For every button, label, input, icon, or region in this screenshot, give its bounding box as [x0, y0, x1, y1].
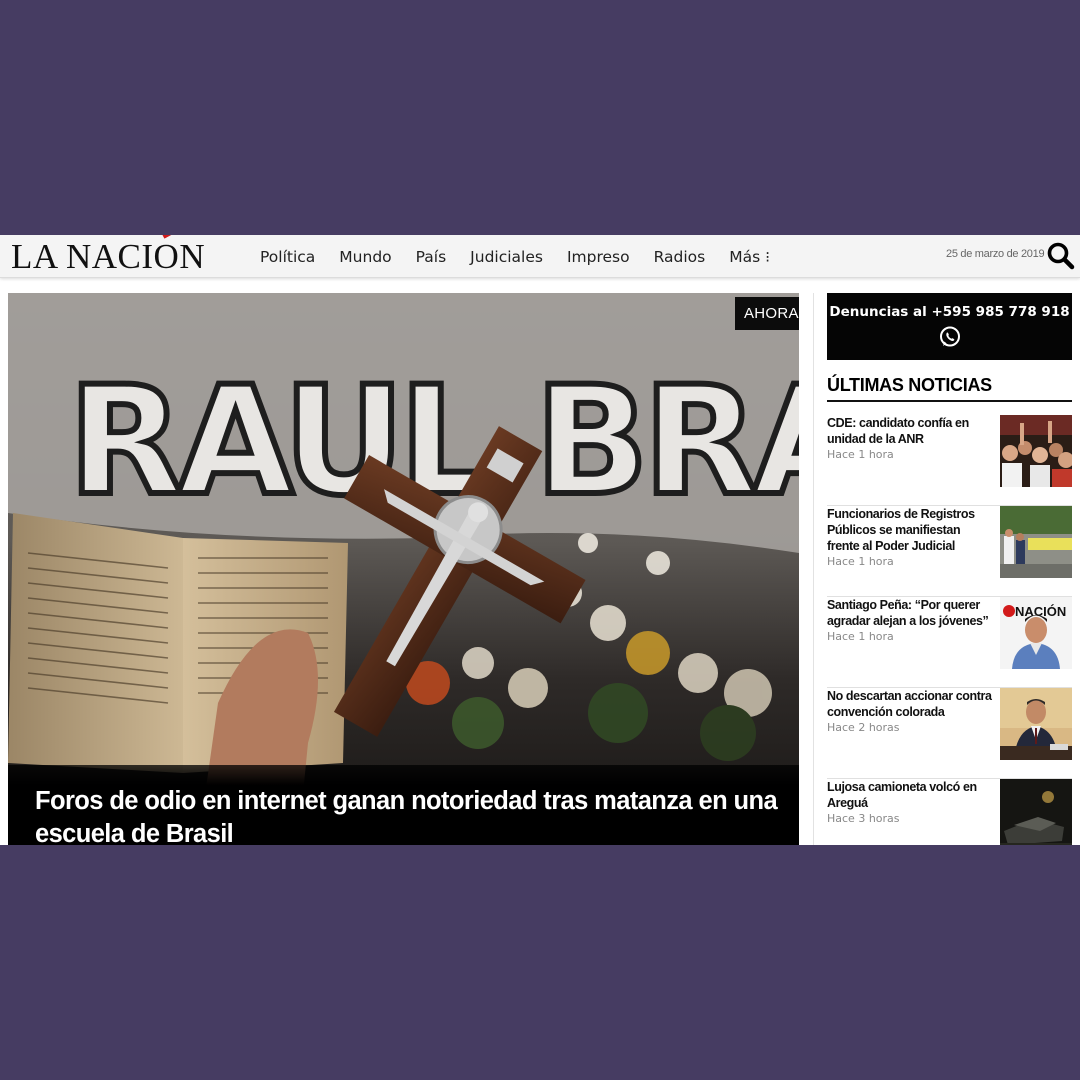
news-time: Hace 2 horas: [827, 721, 900, 734]
nav-radios[interactable]: Radios: [654, 248, 706, 266]
news-headline[interactable]: No descartan accionar contra convención …: [827, 688, 995, 720]
current-date: 25 de marzo de 2019: [946, 248, 1045, 260]
news-item[interactable]: CDE: candidato confía en unidad de la AN…: [827, 415, 1072, 506]
hero-photo: RAUL BRASIL: [8, 293, 799, 845]
main-nav: Política Mundo País Judiciales Impreso R…: [248, 235, 782, 278]
news-thumbnail[interactable]: [1000, 415, 1072, 487]
news-item[interactable]: No descartan accionar contra convención …: [827, 688, 1072, 779]
news-headline[interactable]: Lujosa camioneta volcó en Areguá: [827, 779, 995, 811]
denuncias-text: Denuncias al +595 985 778 918: [829, 304, 1070, 320]
nav-politica[interactable]: Política: [260, 248, 315, 266]
nav-judiciales[interactable]: Judiciales: [470, 248, 543, 266]
search-icon[interactable]: [1046, 241, 1076, 271]
latest-news-title: ÚLTIMAS NOTICIAS: [827, 375, 1072, 402]
news-thumbnail[interactable]: [1000, 506, 1072, 578]
ahora-badge: AHORA: [735, 297, 799, 330]
denuncias-banner[interactable]: Denuncias al +595 985 778 918: [827, 293, 1072, 360]
logo-accent-letter: O: [154, 235, 180, 276]
news-time: Hace 3 horas: [827, 812, 900, 825]
news-item[interactable]: Funcionarios de Registros Públicos se ma…: [827, 506, 1072, 597]
svg-text:NACIÓN: NACIÓN: [1015, 604, 1066, 619]
nav-mas[interactable]: Más ⁝: [729, 248, 770, 266]
logo-accent-mark: [162, 235, 172, 239]
browser-page: LA NACIO N Política Mundo País Judiciales…: [0, 235, 1080, 845]
news-headline[interactable]: CDE: candidato confía en unidad de la AN…: [827, 415, 995, 447]
whatsapp-icon: [939, 326, 960, 347]
nav-mundo[interactable]: Mundo: [339, 248, 391, 266]
column-divider: [813, 293, 814, 845]
news-thumbnail[interactable]: [1000, 688, 1072, 760]
news-time: Hace 1 hora: [827, 630, 894, 643]
site-logo[interactable]: LA NACIO N: [11, 235, 205, 277]
news-time: Hace 1 hora: [827, 555, 894, 568]
site-header: LA NACIO N Política Mundo País Judiciales…: [0, 235, 1080, 278]
news-time: Hace 1 hora: [827, 448, 894, 461]
news-item[interactable]: Santiago Peña: “Por querer agradar aleja…: [827, 597, 1072, 688]
hero-story[interactable]: RAUL BRASIL: [8, 293, 799, 845]
nav-pais[interactable]: País: [416, 248, 447, 266]
news-headline[interactable]: Santiago Peña: “Por querer agradar aleja…: [827, 597, 995, 629]
news-item[interactable]: Lujosa camioneta volcó en Areguá Hace 3 …: [827, 779, 1072, 845]
news-thumbnail[interactable]: NACIÓN: [1000, 597, 1072, 669]
news-headline[interactable]: Funcionarios de Registros Públicos se ma…: [827, 506, 995, 554]
hero-title[interactable]: Foros de odio en internet ganan notoried…: [35, 785, 785, 845]
nav-impreso[interactable]: Impreso: [567, 248, 630, 266]
news-thumbnail[interactable]: [1000, 779, 1072, 845]
